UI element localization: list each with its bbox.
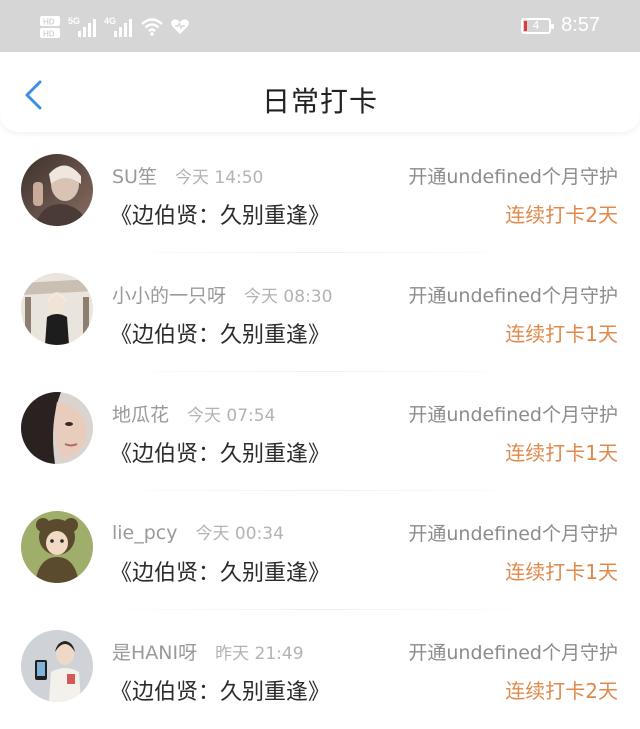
page-title: 日常打卡 bbox=[261, 85, 378, 118]
battery-level-text: 4 bbox=[532, 19, 540, 32]
streak-label: 连续打卡1天 bbox=[505, 322, 618, 346]
user-name[interactable]: 地瓜花 bbox=[112, 400, 169, 427]
checkin-time: 今天 14:50 bbox=[174, 168, 264, 188]
user-meta: 是HANI呀 昨天 21:49 bbox=[112, 638, 304, 665]
avatar[interactable] bbox=[21, 630, 93, 702]
guard-text: 开通undefined个月守护 bbox=[408, 642, 618, 664]
user-name[interactable]: SU笙 bbox=[112, 162, 157, 189]
checkin-item[interactable]: lie_pcy 今天 00:34 《边伯贤：久别重逢》 开通undefined个… bbox=[0, 491, 640, 610]
battery-icon: 4 bbox=[521, 17, 555, 34]
checkin-time: 今天 08:30 bbox=[244, 287, 333, 307]
signal-5g-icon: 5G bbox=[68, 16, 96, 37]
status-time: 8:57 bbox=[561, 14, 600, 36]
guard-text: 开通undefined个月守护 bbox=[408, 166, 618, 188]
checkin-time: 今天 07:54 bbox=[187, 406, 276, 426]
battery-fill bbox=[524, 20, 528, 31]
book-title[interactable]: 《边伯贤：久别重逢》 bbox=[110, 674, 330, 706]
user-name[interactable]: 是HANI呀 bbox=[112, 638, 197, 665]
status-icons: HD HD 5G 4G bbox=[40, 15, 190, 39]
wifi-icon bbox=[141, 18, 163, 36]
guard-text: 开通undefined个月守护 bbox=[408, 285, 618, 307]
avatar[interactable] bbox=[21, 511, 93, 583]
checkin-item[interactable]: SU笙 今天 14:50 《边伯贤：久别重逢》 开通undefined个月守护 … bbox=[0, 134, 640, 253]
book-title[interactable]: 《边伯贤：久别重逢》 bbox=[110, 555, 330, 587]
avatar[interactable] bbox=[21, 392, 93, 464]
status-bar: HD HD 5G 4G 4 8:57 bbox=[0, 0, 640, 52]
streak-label: 连续打卡2天 bbox=[505, 203, 618, 227]
checkin-item[interactable]: 小小的一只呀 今天 08:30 《边伯贤：久别重逢》 开通undefined个月… bbox=[0, 253, 640, 372]
user-meta: SU笙 今天 14:50 bbox=[112, 162, 263, 189]
checkin-item[interactable]: 是HANI呀 昨天 21:49 《边伯贤：久别重逢》 开通undefined个月… bbox=[0, 610, 640, 729]
nav-header: 日常打卡 bbox=[0, 52, 640, 132]
user-meta: 地瓜花 今天 07:54 bbox=[112, 400, 275, 427]
checkin-item[interactable]: 地瓜花 今天 07:54 《边伯贤：久别重逢》 开通undefined个月守护 … bbox=[0, 372, 640, 491]
streak-label: 连续打卡1天 bbox=[505, 560, 618, 584]
book-title[interactable]: 《边伯贤：久别重逢》 bbox=[110, 198, 330, 230]
streak-label: 连续打卡1天 bbox=[505, 441, 618, 465]
user-meta: lie_pcy 今天 00:34 bbox=[112, 519, 284, 544]
book-title[interactable]: 《边伯贤：久别重逢》 bbox=[110, 317, 330, 349]
checkin-time: 昨天 21:49 bbox=[215, 644, 304, 664]
svg-text:5G: 5G bbox=[68, 16, 80, 26]
book-title[interactable]: 《边伯贤：久别重逢》 bbox=[110, 436, 330, 468]
checkin-time: 今天 00:34 bbox=[195, 524, 284, 544]
avatar[interactable] bbox=[21, 154, 93, 226]
user-name[interactable]: lie_pcy bbox=[112, 522, 178, 544]
svg-text:HD: HD bbox=[43, 18, 55, 27]
hd-icon: HD HD bbox=[40, 16, 60, 39]
heart-icon bbox=[171, 19, 189, 34]
streak-label: 连续打卡2天 bbox=[505, 679, 618, 703]
checkin-list: SU笙 今天 14:50 《边伯贤：久别重逢》 开通undefined个月守护 … bbox=[0, 134, 640, 729]
svg-text:4G: 4G bbox=[104, 16, 116, 26]
svg-text:HD: HD bbox=[43, 30, 55, 39]
signal-4g-icon: 4G bbox=[104, 16, 132, 37]
user-meta: 小小的一只呀 今天 08:30 bbox=[112, 281, 332, 308]
user-name[interactable]: 小小的一只呀 bbox=[112, 281, 226, 308]
guard-text: 开通undefined个月守护 bbox=[408, 404, 618, 426]
guard-text: 开通undefined个月守护 bbox=[408, 523, 618, 545]
status-right: 4 8:57 bbox=[521, 14, 600, 37]
avatar[interactable] bbox=[21, 273, 93, 345]
